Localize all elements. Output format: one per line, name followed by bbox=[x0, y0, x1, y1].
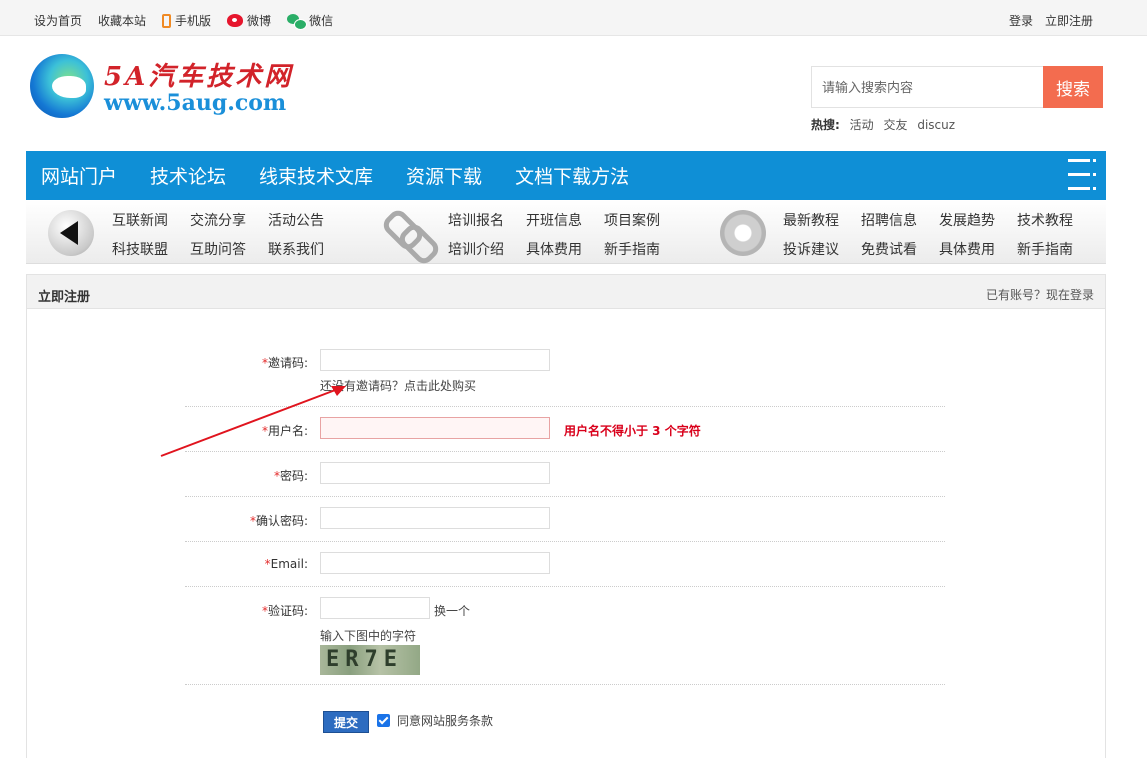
invite-code-input[interactable] bbox=[320, 349, 550, 371]
confirm-password-row: *确认密码: bbox=[185, 497, 945, 542]
sub-nav-link[interactable]: 互联新闻 bbox=[112, 210, 168, 230]
agree-terms-label: 同意网站服务条款 bbox=[397, 714, 494, 728]
wechat-icon bbox=[287, 13, 308, 30]
menu-icon[interactable] bbox=[1068, 159, 1096, 191]
mobile-link[interactable]: 手机版 bbox=[162, 12, 211, 29]
login-link[interactable]: 登录 bbox=[1009, 12, 1033, 29]
password-input[interactable] bbox=[320, 462, 550, 484]
confirm-password-label: *确认密码: bbox=[249, 514, 308, 528]
nav-item-forum[interactable]: 技术论坛 bbox=[150, 162, 226, 189]
set-home-link[interactable]: 设为首页 bbox=[34, 12, 82, 29]
phone-icon bbox=[162, 13, 172, 28]
chain-link-icon bbox=[382, 208, 432, 256]
logo-chinese-text: 5A汽车技术网 bbox=[104, 62, 294, 92]
nav-item-portal[interactable]: 网站门户 bbox=[41, 162, 117, 189]
logo-domain-text: www.5aug.com bbox=[104, 90, 287, 116]
nav-item-download-method[interactable]: 文档下载方法 bbox=[515, 162, 629, 189]
sub-nav-link[interactable]: 开班信息 bbox=[526, 210, 582, 230]
search-button[interactable]: 搜索 bbox=[1043, 66, 1103, 108]
password-row: *密码: bbox=[185, 452, 945, 497]
username-error-message: 用户名不得小于 3 个字符 bbox=[564, 424, 701, 438]
sub-nav-link[interactable]: 交流分享 bbox=[190, 210, 246, 230]
gear-icon bbox=[720, 210, 766, 256]
nav-item-downloads[interactable]: 资源下载 bbox=[406, 162, 482, 189]
favorite-link[interactable]: 收藏本站 bbox=[98, 12, 146, 29]
sub-nav-link[interactable]: 发展趋势 bbox=[939, 210, 995, 230]
hot-keyword[interactable]: discuz bbox=[917, 118, 955, 132]
sub-nav-link[interactable]: 活动公告 bbox=[268, 210, 324, 230]
agree-checkbox[interactable] bbox=[377, 714, 390, 727]
weibo-icon bbox=[227, 14, 244, 27]
sub-nav-group-training: 培训报名 开班信息 项目案例 培训介绍 具体费用 新手指南 bbox=[448, 210, 660, 259]
mobile-label: 手机版 bbox=[175, 14, 212, 28]
top-bar-left: 设为首页 收藏本站 手机版 微博 微信 bbox=[34, 12, 349, 30]
captcha-label: *验证码: bbox=[261, 604, 308, 618]
confirm-password-input[interactable] bbox=[320, 507, 550, 529]
register-panel: 立即注册 已有账号？现在登录 *邀请码: 还没有邀请码？点击此处购买 *用户名:… bbox=[26, 274, 1106, 758]
hot-keyword[interactable]: 活动 bbox=[850, 118, 874, 132]
email-row: *Email: bbox=[185, 542, 945, 587]
panel-title: 立即注册 bbox=[38, 290, 91, 305]
back-arrow-icon bbox=[48, 210, 94, 256]
sub-nav-link[interactable]: 培训报名 bbox=[448, 210, 504, 230]
sub-nav-link[interactable]: 招聘信息 bbox=[861, 210, 917, 230]
wechat-link[interactable]: 微信 bbox=[287, 12, 334, 30]
nav-item-library[interactable]: 线束技术文库 bbox=[259, 162, 373, 189]
captcha-input[interactable] bbox=[320, 597, 430, 619]
sub-nav-link[interactable]: 最新教程 bbox=[783, 210, 839, 230]
sub-nav-link[interactable]: 联系我们 bbox=[268, 239, 324, 259]
sub-nav-link[interactable]: 互助问答 bbox=[190, 239, 246, 259]
password-label: *密码: bbox=[273, 469, 308, 483]
top-bar-right: 登录 立即注册 bbox=[997, 12, 1093, 29]
sub-nav-link[interactable]: 具体费用 bbox=[939, 239, 995, 259]
wechat-label: 微信 bbox=[309, 14, 334, 28]
panel-header: 立即注册 已有账号？现在登录 bbox=[27, 275, 1105, 309]
logo-globe-icon bbox=[30, 54, 94, 118]
top-bar: 设为首页 收藏本站 手机版 微博 微信 登录 立即注册 bbox=[0, 0, 1147, 36]
main-nav: 网站门户 技术论坛 线束技术文库 资源下载 文档下载方法 bbox=[26, 151, 1106, 200]
weibo-link[interactable]: 微博 bbox=[227, 12, 271, 29]
sub-nav-link[interactable]: 具体费用 bbox=[526, 239, 582, 259]
sub-nav-link[interactable]: 新手指南 bbox=[604, 239, 660, 259]
weibo-label: 微博 bbox=[247, 14, 272, 28]
search-box: 搜索 bbox=[811, 66, 1103, 108]
sub-nav-group-news: 互联新闻 交流分享 活动公告 科技联盟 互助问答 联系我们 bbox=[112, 210, 324, 259]
sub-nav-link[interactable]: 免费试看 bbox=[861, 239, 917, 259]
hot-keyword[interactable]: 交友 bbox=[883, 118, 907, 132]
captcha-image[interactable]: ER7E bbox=[320, 645, 420, 675]
email-label: *Email: bbox=[264, 557, 308, 571]
sub-nav-link[interactable]: 科技联盟 bbox=[112, 239, 168, 259]
buy-invite-code-link[interactable]: 还没有邀请码？点击此处购买 bbox=[320, 377, 476, 394]
sub-nav-link[interactable]: 新手指南 bbox=[1017, 239, 1073, 259]
captcha-hint: 输入下图中的字符 bbox=[320, 629, 417, 643]
username-row: *用户名: 用户名不得小于 3 个字符 bbox=[185, 407, 945, 452]
sub-nav-link[interactable]: 培训介绍 bbox=[448, 239, 504, 259]
sub-nav-link[interactable]: 投诉建议 bbox=[783, 239, 839, 259]
hot-search-label: 热搜: bbox=[811, 118, 840, 132]
sub-nav-link[interactable]: 技术教程 bbox=[1017, 210, 1073, 230]
captcha-row: *验证码: 换一个 输入下图中的字符 ER7E bbox=[185, 587, 945, 685]
email-input[interactable] bbox=[320, 552, 550, 574]
hot-search: 热搜: 活动 交友 discuz bbox=[811, 116, 961, 133]
sub-nav: 互联新闻 交流分享 活动公告 科技联盟 互助问答 联系我们 培训报名 开班信息 … bbox=[26, 200, 1106, 264]
site-logo[interactable]: 5A汽车技术网 www.5aug.com bbox=[30, 52, 330, 120]
existing-account-login-link[interactable]: 已有账号？现在登录 bbox=[986, 286, 1094, 303]
agree-terms[interactable]: 同意网站服务条款 bbox=[377, 712, 493, 729]
username-input[interactable] bbox=[320, 417, 550, 439]
invite-code-label: *邀请码: bbox=[261, 356, 308, 370]
username-label: *用户名: bbox=[261, 424, 308, 438]
sub-nav-group-tutorials: 最新教程 招聘信息 发展趋势 技术教程 投诉建议 免费试看 具体费用 新手指南 bbox=[783, 210, 1073, 259]
captcha-refresh-link[interactable]: 换一个 bbox=[434, 602, 470, 619]
invite-code-row: *邀请码: 还没有邀请码？点击此处购买 bbox=[185, 337, 945, 407]
search-input[interactable] bbox=[811, 66, 1043, 108]
sub-nav-link[interactable]: 项目案例 bbox=[604, 210, 660, 230]
submit-button[interactable]: 提交 bbox=[323, 711, 369, 733]
register-link[interactable]: 立即注册 bbox=[1045, 12, 1093, 29]
